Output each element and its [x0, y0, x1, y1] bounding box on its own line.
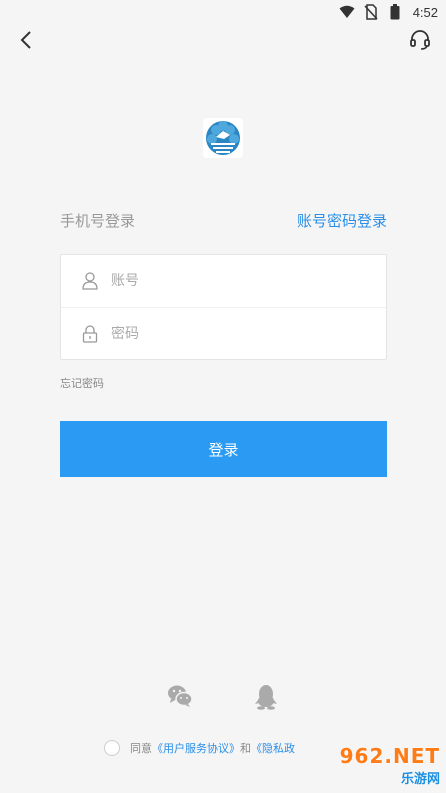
- privacy-policy-link[interactable]: 《隐私政: [251, 740, 295, 756]
- lock-icon: [81, 324, 99, 343]
- customer-service-button[interactable]: [406, 28, 434, 56]
- agreement-prefix: 同意: [130, 742, 152, 755]
- app-logo: [203, 118, 243, 158]
- account-row: [61, 255, 386, 307]
- login-mode-row: 手机号登录 账号密码登录: [60, 208, 387, 232]
- agreement-checkbox[interactable]: [104, 740, 120, 756]
- qq-icon[interactable]: [255, 684, 277, 710]
- password-row: [61, 307, 386, 359]
- agreement-and: 和: [240, 742, 251, 755]
- user-agreement-link[interactable]: 《用户服务协议》: [152, 740, 240, 756]
- social-login: [0, 684, 446, 710]
- watermark-top: 962.NET: [339, 743, 440, 768]
- watermark: 962.NET 乐游网: [308, 741, 440, 789]
- login-button[interactable]: 登录: [60, 421, 387, 477]
- back-button[interactable]: [12, 28, 40, 56]
- login-form: [60, 254, 387, 360]
- battery-icon: [387, 4, 403, 20]
- account-input[interactable]: [111, 273, 371, 289]
- user-icon: [81, 272, 99, 290]
- agreement-row: 同意 《用户服务协议》 和 《隐私政: [104, 738, 295, 758]
- wechat-icon[interactable]: [167, 684, 193, 708]
- password-input[interactable]: [111, 325, 371, 342]
- status-time: 4:52: [412, 4, 438, 20]
- account-password-login-tab[interactable]: 账号密码登录: [297, 210, 387, 231]
- no-sim-icon: [363, 4, 379, 20]
- wifi-icon: [339, 4, 355, 20]
- chevron-left-icon: [19, 30, 33, 54]
- status-bar: 4:52: [0, 0, 446, 24]
- forgot-password-link[interactable]: 忘记密码: [60, 375, 104, 391]
- headset-icon: [409, 29, 431, 55]
- phone-login-tab[interactable]: 手机号登录: [60, 210, 135, 231]
- watermark-bottom: 乐游网: [400, 771, 440, 787]
